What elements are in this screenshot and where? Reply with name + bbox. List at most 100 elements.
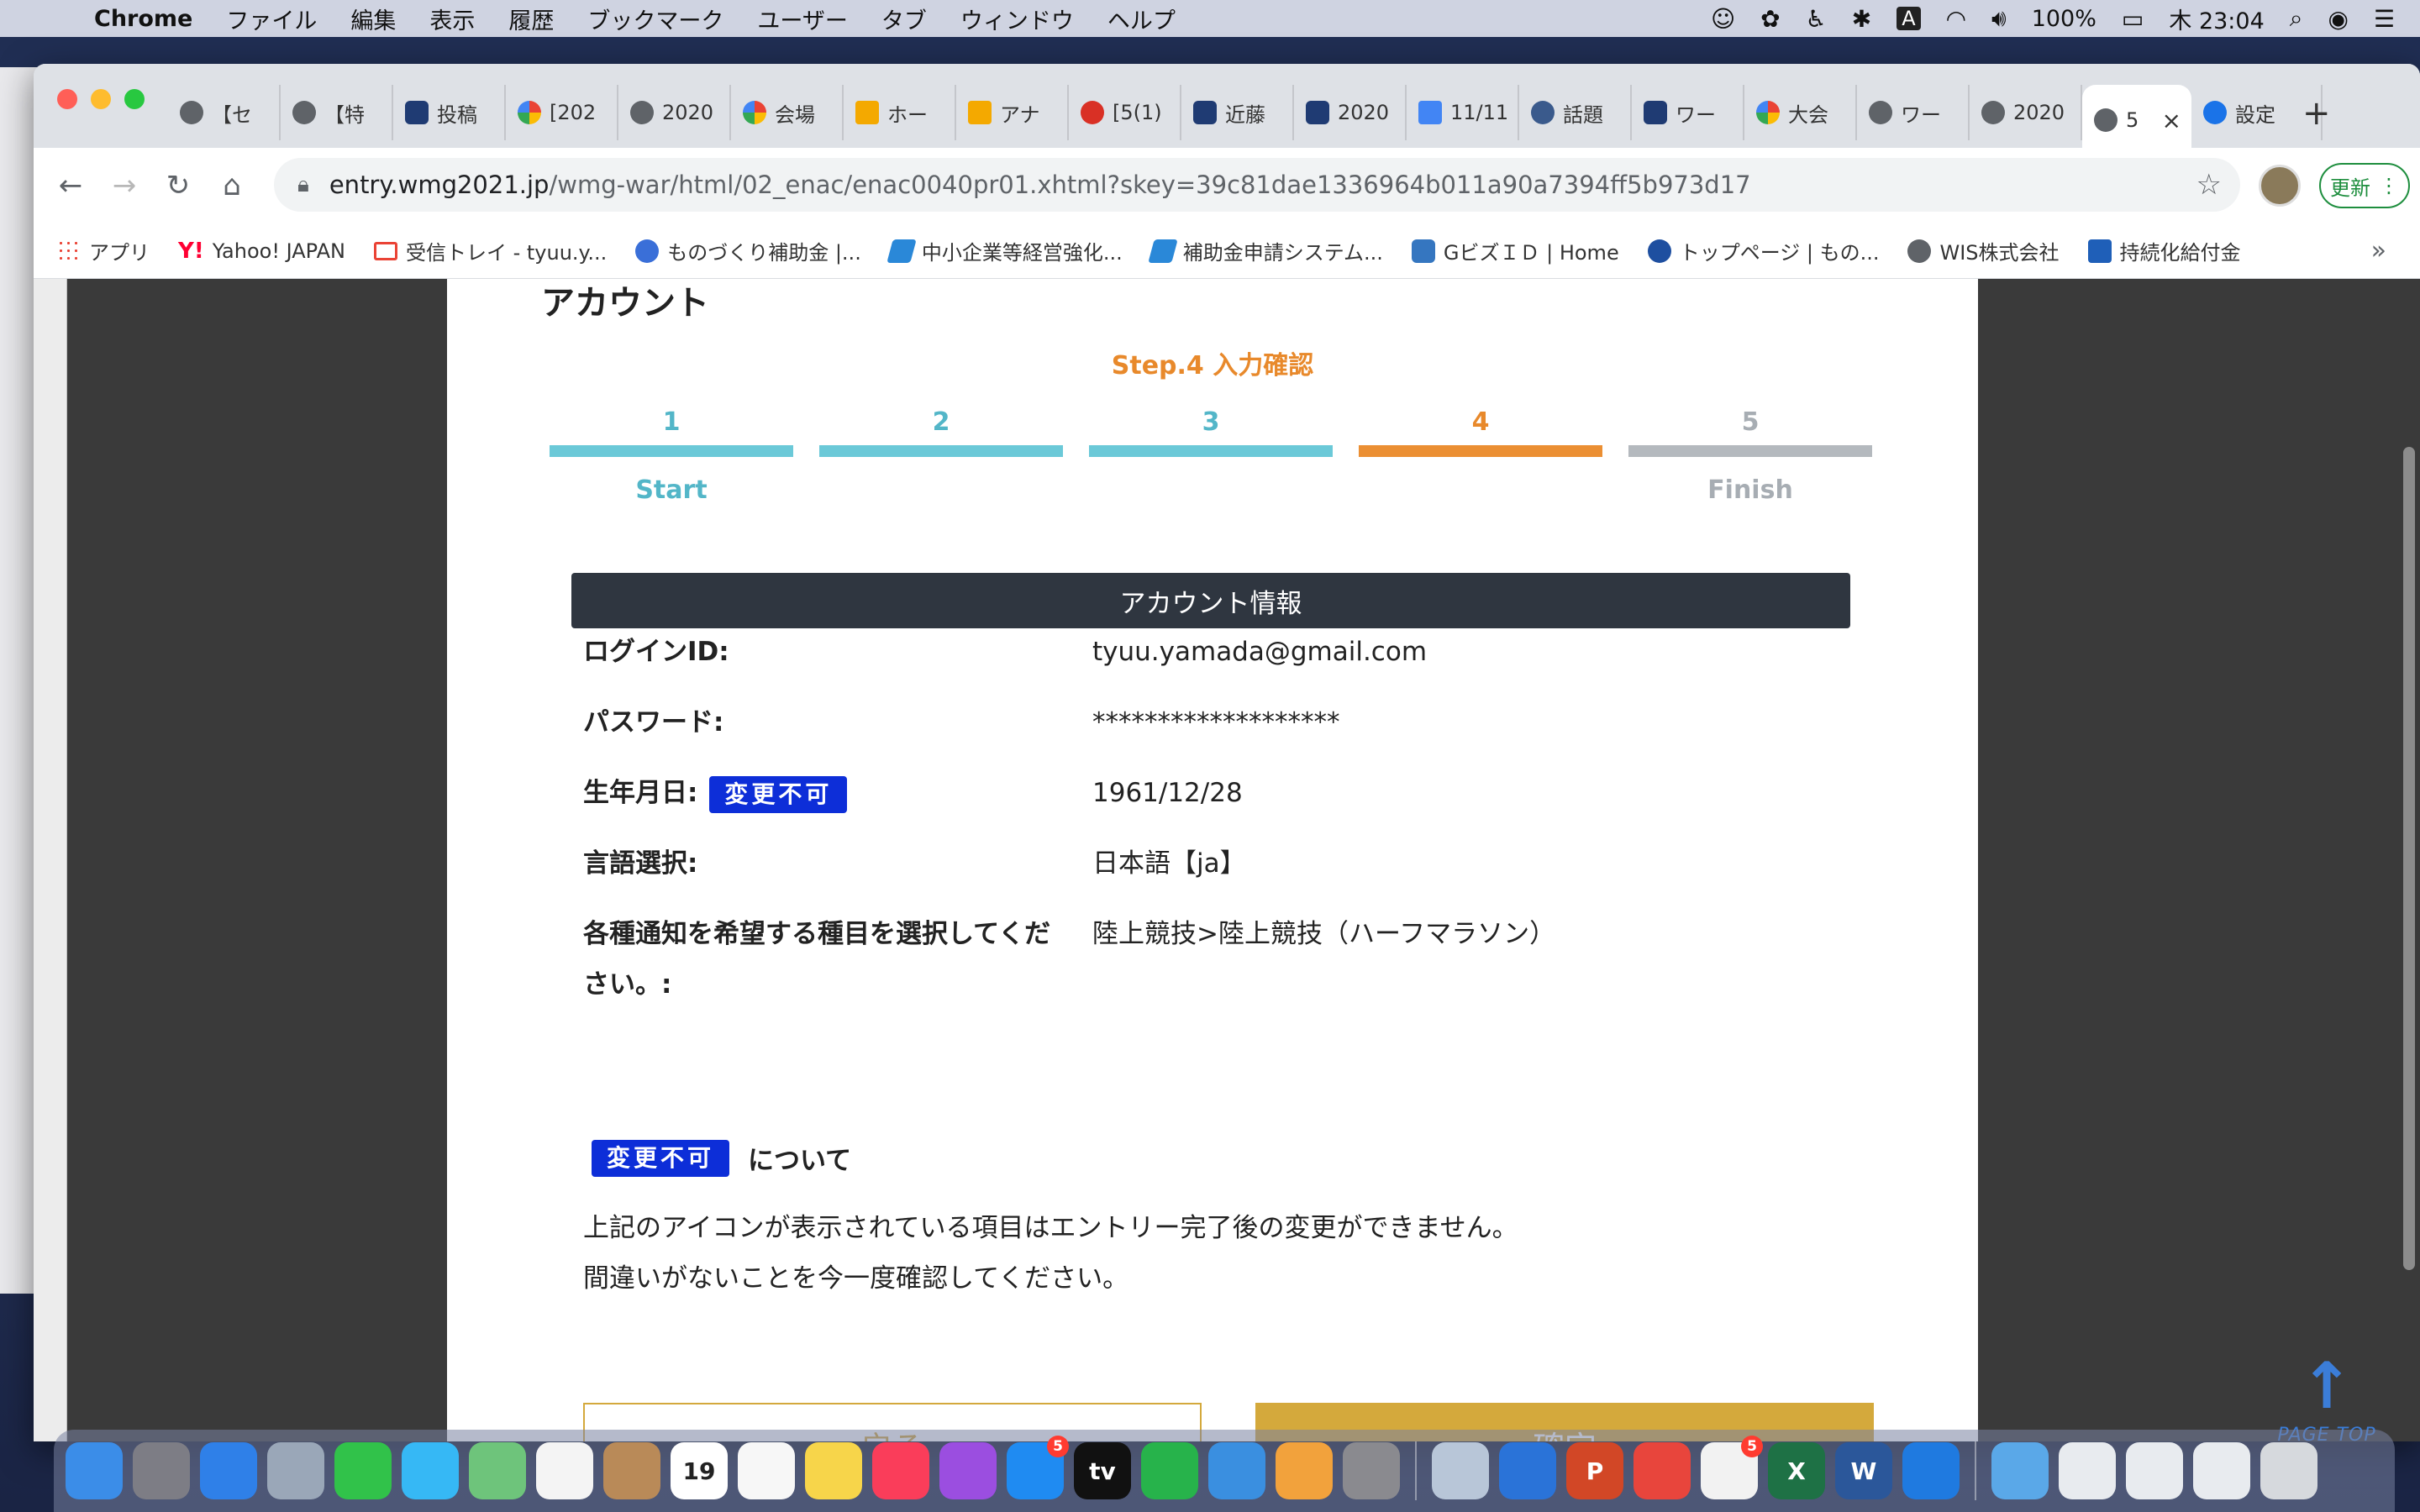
tab[interactable]: ワー — [1632, 85, 1744, 140]
word-icon[interactable]: W — [1835, 1442, 1892, 1499]
tab[interactable]: 大会 — [1744, 85, 1857, 140]
screenshot-2-icon[interactable] — [2126, 1442, 2183, 1499]
contacts-icon[interactable] — [603, 1442, 660, 1499]
battery-icon[interactable]: ▭ — [2122, 5, 2144, 33]
pages-icon[interactable] — [1276, 1442, 1333, 1499]
update-button[interactable]: 更新 ⋮ — [2319, 163, 2410, 208]
close-window-button[interactable] — [57, 89, 77, 109]
bookmark-item[interactable]: トップページ | もの... — [1647, 236, 1879, 265]
bookmark-item[interactable]: 受信トレイ - tyuu.y... — [373, 236, 607, 265]
page-scrollbar[interactable] — [2396, 279, 2420, 1441]
bookmark-item[interactable]: GビズＩＤ | Home — [1411, 236, 1619, 265]
tab[interactable]: 近藤 — [1181, 85, 1294, 140]
mail-bird-icon[interactable] — [267, 1442, 324, 1499]
bookmark-item[interactable]: 補助金申請システム... — [1147, 236, 1383, 265]
menu-bookmarks[interactable]: ブックマーク — [587, 3, 723, 35]
page-top-link[interactable]: ↑ PAGE TOP — [2255, 1354, 2398, 1442]
launchpad-icon[interactable] — [133, 1442, 190, 1499]
photos-icon[interactable] — [536, 1442, 593, 1499]
bluetooth-app-icon[interactable] — [1902, 1442, 1960, 1499]
messages-icon[interactable] — [402, 1442, 459, 1499]
menu-window[interactable]: ウィンドウ — [960, 3, 1074, 35]
app-menu-chrome[interactable]: Chrome — [94, 6, 192, 32]
tab[interactable]: 2020 — [1970, 85, 2082, 140]
tab[interactable]: アナ — [956, 85, 1069, 140]
maximize-window-button[interactable] — [124, 89, 145, 109]
tab[interactable]: 投稿 — [393, 85, 506, 140]
keynote-icon[interactable] — [1208, 1442, 1265, 1499]
facetime-icon[interactable] — [334, 1442, 392, 1499]
menu-help[interactable]: ヘルプ — [1107, 3, 1176, 35]
notes-icon[interactable] — [805, 1442, 862, 1499]
bookmark-item[interactable]: Y! Yahoo! JAPAN — [178, 239, 345, 264]
address-bar[interactable]: 🔒︎ entry.wmg2021.jp/wmg-war/html/02_enac… — [274, 158, 2240, 212]
red-dots-app-icon[interactable]: 5 — [1701, 1436, 1763, 1499]
tab-active[interactable]: 5 × — [2082, 85, 2191, 155]
scrollbar-thumb[interactable] — [2403, 447, 2415, 1270]
spotlight-search-icon[interactable]: ⌕ — [2290, 4, 2303, 33]
lock-icon[interactable]: 🔒︎ — [297, 172, 309, 198]
chrome-icon[interactable] — [1634, 1442, 1691, 1499]
music-icon[interactable] — [872, 1442, 929, 1499]
tab[interactable]: ワー — [1857, 85, 1970, 140]
bookmark-item[interactable]: 中小企業等経営強化... — [886, 236, 1123, 265]
home-icon[interactable]: ⌂ — [215, 169, 249, 202]
bookmark-item[interactable]: 持続化給付金 — [2087, 236, 2241, 265]
wifi-icon[interactable]: ◠ — [1946, 5, 1966, 33]
menu-history[interactable]: 履歴 — [508, 3, 554, 35]
excel-icon[interactable]: X — [1768, 1442, 1825, 1499]
podcasts-icon[interactable] — [939, 1442, 997, 1499]
accessibility-icon[interactable]: ♿ — [1806, 5, 1827, 33]
bookmark-star-icon[interactable]: ☆ — [2196, 168, 2222, 202]
menu-file[interactable]: ファイル — [226, 3, 317, 35]
safari-icon[interactable] — [200, 1442, 257, 1499]
applications-folder-icon[interactable] — [1991, 1442, 2049, 1499]
input-mode-icon[interactable]: A — [1897, 7, 1921, 30]
clock[interactable]: 木 23:04 — [2169, 3, 2264, 35]
back-arrow-icon[interactable]: ← — [54, 169, 87, 202]
tab[interactable]: [202 — [506, 85, 618, 140]
flower-status-icon[interactable]: ✿ — [1760, 5, 1780, 33]
mask-app-icon[interactable] — [1432, 1442, 1489, 1499]
finder-icon[interactable] — [66, 1442, 123, 1499]
menu-tab[interactable]: タブ — [881, 3, 927, 35]
bookmark-item[interactable]: WIS株式会社 — [1907, 236, 2060, 265]
notification-center-icon[interactable]: ☰ — [2374, 5, 2395, 33]
tab[interactable]: [5(1) — [1069, 85, 1181, 140]
menu-user[interactable]: ユーザー — [757, 3, 847, 35]
tab[interactable]: 2020 — [1294, 85, 1407, 140]
tab[interactable]: 話題 — [1519, 85, 1632, 140]
tab[interactable]: 11/11 — [1407, 85, 1519, 140]
numbers-icon[interactable] — [1141, 1442, 1198, 1499]
tab[interactable]: 【特 — [281, 85, 393, 140]
trash-icon[interactable] — [2260, 1442, 2317, 1499]
menu-edit[interactable]: 編集 — [350, 3, 396, 35]
bookmark-item[interactable]: ものづくり補助金 |... — [635, 236, 861, 265]
profile-avatar[interactable] — [2259, 165, 2301, 207]
volume-icon[interactable]: 🔊︎ — [1991, 4, 2007, 33]
bookmarks-overflow-icon[interactable]: » — [2371, 236, 2386, 265]
powerpoint-icon[interactable]: P — [1566, 1442, 1623, 1499]
reload-icon[interactable]: ↻ — [161, 169, 195, 202]
menu-view[interactable]: 表示 — [429, 3, 475, 35]
tab[interactable]: 会場 — [731, 85, 844, 140]
forward-arrow-icon[interactable]: → — [108, 169, 141, 202]
app-store-icon[interactable]: 5 — [1007, 1436, 1069, 1499]
screenshot-1-icon[interactable] — [2059, 1442, 2116, 1499]
system-preferences-icon[interactable] — [1343, 1442, 1400, 1499]
bluetooth-icon[interactable]: ✱ — [1852, 5, 1871, 33]
list-app-icon[interactable] — [1499, 1442, 1556, 1499]
tab[interactable]: ホー — [844, 85, 956, 140]
reminders-icon[interactable] — [738, 1442, 795, 1499]
tab[interactable]: 【セ — [168, 85, 281, 140]
calendar-icon[interactable]: 19 — [671, 1442, 728, 1499]
maps-icon[interactable] — [469, 1442, 526, 1499]
bookmark-item[interactable]: アプリ — [57, 236, 150, 265]
close-tab-icon[interactable]: × — [2162, 107, 2181, 134]
apple-tv-icon[interactable]: tv — [1074, 1442, 1131, 1499]
screenshot-3-icon[interactable] — [2193, 1442, 2250, 1499]
minimize-window-button[interactable] — [91, 89, 111, 109]
siri-icon[interactable]: ◉ — [2328, 5, 2348, 33]
tab[interactable]: 2020 — [618, 85, 731, 140]
face-status-icon[interactable]: ☺ — [1711, 5, 1735, 33]
